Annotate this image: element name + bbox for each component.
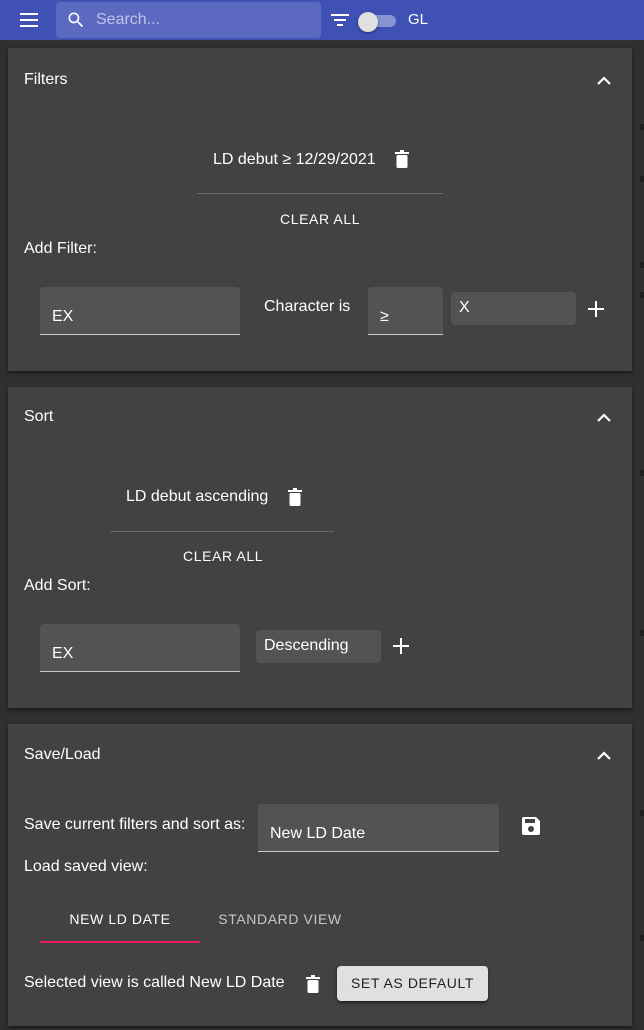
field-value: EX: [52, 308, 74, 325]
save-label: Save current filters and sort as:: [24, 816, 246, 833]
search-input[interactable]: [96, 2, 316, 38]
tab-indicator: [40, 941, 200, 943]
selected-view-text: Selected view is called New LD Date: [24, 974, 285, 991]
sort-panel: Sort LD debut ascending CLEAR ALL Add So…: [8, 387, 632, 708]
chevron-up-icon[interactable]: [596, 748, 612, 764]
filters-panel: Filters LD debut ≥ 12/29/2021 CLEAR ALL …: [8, 48, 632, 371]
divider: [197, 193, 443, 194]
plus-icon[interactable]: [588, 301, 604, 317]
filter-value: X: [459, 299, 470, 316]
add-filter-label: Add Filter:: [24, 240, 97, 257]
search-box: [56, 2, 321, 38]
plus-icon[interactable]: [393, 638, 409, 654]
filter-value-input[interactable]: X: [451, 292, 576, 325]
saveload-panel: Save/Load Save current filters and sort …: [8, 724, 632, 1026]
trash-icon[interactable]: [306, 975, 320, 993]
operator-select[interactable]: ≥: [368, 287, 443, 335]
set-default-button[interactable]: SET AS DEFAULT: [337, 966, 488, 1001]
filter-field-select[interactable]: EX: [40, 287, 240, 335]
divider: [110, 531, 334, 532]
save-name-value: New LD Date: [270, 825, 366, 842]
menu-icon[interactable]: [20, 12, 40, 28]
field-value: EX: [52, 645, 74, 662]
load-label: Load saved view:: [24, 858, 148, 875]
clear-filters-button[interactable]: CLEAR ALL: [280, 211, 360, 227]
scroll-edge: [632, 40, 644, 1030]
active-sort-label: LD debut ascending: [126, 488, 269, 505]
panel-title: Sort: [24, 408, 54, 425]
sort-field-select[interactable]: EX: [40, 624, 240, 672]
active-filter-label: LD debut ≥ 12/29/2021: [213, 151, 376, 168]
tab-new-ld-date[interactable]: NEW LD DATE: [40, 911, 200, 927]
chevron-up-icon[interactable]: [596, 73, 612, 89]
add-sort-label: Add Sort:: [24, 577, 91, 594]
app-bar: GL: [0, 0, 644, 40]
gl-toggle[interactable]: [358, 12, 398, 32]
tab-standard-view[interactable]: STANDARD VIEW: [200, 911, 360, 927]
sort-direction-select[interactable]: Descending: [256, 630, 381, 663]
trash-icon[interactable]: [288, 488, 302, 506]
panel-title: Save/Load: [24, 746, 101, 763]
chevron-up-icon[interactable]: [596, 410, 612, 426]
toggle-label: GL: [408, 11, 429, 28]
trash-icon[interactable]: [395, 150, 409, 168]
clear-sort-button[interactable]: CLEAR ALL: [183, 548, 263, 564]
search-icon: [68, 12, 84, 28]
save-name-input[interactable]: New LD Date: [258, 804, 499, 852]
panel-title: Filters: [24, 71, 68, 88]
filter-list-icon[interactable]: [331, 12, 349, 28]
condition-text: Character is: [264, 298, 351, 315]
save-icon[interactable]: [522, 817, 540, 835]
operator-value: ≥: [380, 308, 389, 325]
direction-value: Descending: [264, 637, 349, 654]
